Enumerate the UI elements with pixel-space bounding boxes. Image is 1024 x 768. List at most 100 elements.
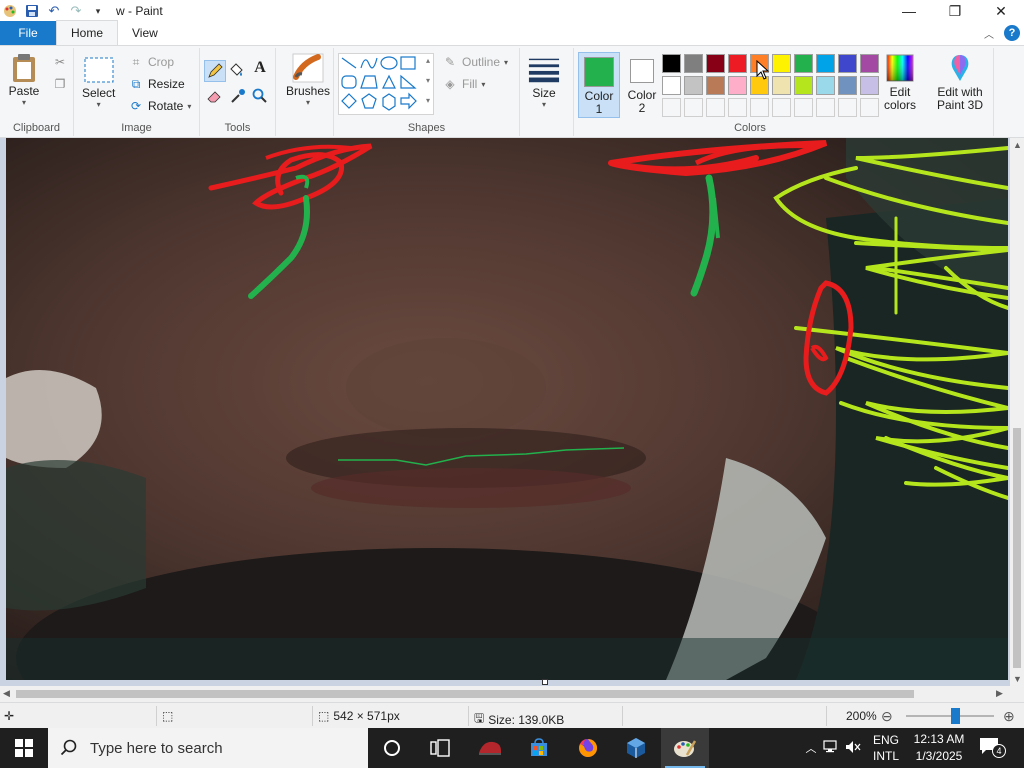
color-picker-icon[interactable] (230, 88, 246, 104)
palette-swatch-empty[interactable] (860, 98, 879, 117)
scroll-down-icon[interactable]: ▼ (1013, 674, 1022, 684)
network-icon[interactable] (820, 739, 842, 757)
palette-swatch[interactable] (772, 76, 791, 95)
notification-center-button[interactable]: 4 (978, 736, 1010, 760)
notification-count-badge: 4 (992, 744, 1006, 758)
zoom-slider-thumb[interactable] (951, 708, 960, 724)
palette-swatch[interactable] (860, 54, 879, 73)
resize-button[interactable]: ⧉ Resize (128, 76, 185, 92)
palette-swatch[interactable] (662, 76, 681, 95)
copy-icon[interactable]: ❐ (52, 76, 68, 92)
customize-quick-access-icon[interactable]: ▾ (90, 3, 106, 19)
palette-swatch[interactable] (684, 54, 703, 73)
app-icon-red[interactable] (466, 728, 514, 768)
eraser-icon[interactable] (206, 88, 222, 104)
microsoft-store-icon[interactable] (515, 728, 563, 768)
palette-swatch[interactable] (706, 54, 725, 73)
fill-button[interactable]: ◈ Fill ▾ (442, 76, 485, 92)
palette-swatch-empty[interactable] (662, 98, 681, 117)
shapes-scroll-up-icon[interactable]: ▴ (426, 56, 430, 65)
palette-swatch[interactable] (816, 76, 835, 95)
taskbar-search-box[interactable]: Type here to search (48, 728, 368, 768)
paint-taskbar-icon[interactable] (661, 728, 709, 768)
rotate-button[interactable]: ⟳ Rotate ▾ (128, 98, 191, 114)
palette-swatch[interactable] (838, 54, 857, 73)
palette-swatch[interactable] (728, 54, 747, 73)
scroll-right-icon[interactable]: ▶ (996, 688, 1003, 699)
palette-swatch[interactable] (794, 76, 813, 95)
collapse-ribbon-icon[interactable]: ︿ (984, 26, 994, 41)
taskbar: Type here to search ︿ ENG INTL 12:13 AM … (0, 728, 1024, 768)
zoom-in-icon[interactable]: ⊕ (1003, 708, 1015, 725)
start-button[interactable] (0, 728, 48, 768)
brush-icon (292, 52, 324, 84)
paste-button[interactable]: Paste ▾ (8, 52, 40, 107)
volume-muted-icon[interactable] (842, 740, 864, 757)
color1-button[interactable]: Color 1 (578, 52, 620, 118)
scroll-up-icon[interactable]: ▲ (1013, 140, 1022, 150)
windows-icon (15, 739, 33, 757)
palette-swatch[interactable] (860, 76, 879, 95)
palette-swatch[interactable] (728, 76, 747, 95)
palette-swatch[interactable] (838, 76, 857, 95)
colors-group-label: Colors (734, 122, 766, 134)
zoom-out-icon[interactable]: ⊖ (881, 708, 893, 725)
tab-view[interactable]: View (118, 21, 172, 45)
text-icon[interactable]: A (252, 59, 268, 76)
color2-button[interactable]: Color 2 (622, 52, 662, 118)
palette-swatch[interactable] (772, 54, 791, 73)
tab-file[interactable]: File (0, 21, 56, 45)
crop-button[interactable]: ⌗ Crop (128, 54, 174, 70)
vertical-scroll-thumb[interactable] (1013, 428, 1021, 668)
palette-swatch-empty[interactable] (750, 98, 769, 117)
pencil-icon[interactable] (204, 60, 226, 82)
virtualbox-icon[interactable] (612, 728, 660, 768)
select-button[interactable]: Select ▾ (82, 54, 115, 109)
canvas-resize-handle[interactable] (542, 679, 548, 685)
restore-icon[interactable]: ❐ (932, 0, 978, 22)
close-icon[interactable]: ✕ (978, 0, 1024, 22)
input-language-indicator[interactable]: ENG INTL (866, 732, 906, 764)
tab-home[interactable]: Home (56, 20, 119, 45)
palette-swatch-empty[interactable] (706, 98, 725, 117)
cut-icon[interactable]: ✂ (52, 54, 68, 70)
minimize-icon[interactable]: — (886, 0, 932, 22)
undo-icon[interactable]: ↶ (46, 3, 62, 19)
magnifier-icon[interactable] (252, 88, 268, 104)
edit-colors-button[interactable]: Edit colors (882, 52, 918, 112)
palette-swatch[interactable] (662, 54, 681, 73)
palette-swatch-empty[interactable] (728, 98, 747, 117)
shapes-icons[interactable] (339, 54, 433, 114)
scroll-left-icon[interactable]: ◀ (3, 688, 10, 699)
help-icon[interactable]: ? (1004, 25, 1020, 41)
palette-swatch[interactable] (684, 76, 703, 95)
palette-swatch[interactable] (706, 76, 725, 95)
save-icon[interactable] (24, 3, 40, 19)
horizontal-scroll-thumb[interactable] (16, 690, 914, 698)
palette-swatch-empty[interactable] (772, 98, 791, 117)
taskbar-clock[interactable]: 12:13 AM 1/3/2025 (904, 731, 974, 765)
edit-with-paint3d-button[interactable]: Edit with Paint 3D (932, 52, 988, 112)
palette-swatch-empty[interactable] (816, 98, 835, 117)
selection-size-icon: ⬚ (162, 709, 174, 723)
horizontal-scrollbar[interactable]: ◀ ▶ (0, 686, 1010, 702)
redo-icon[interactable]: ↷ (68, 3, 84, 19)
task-view-icon[interactable] (416, 728, 464, 768)
drawing-canvas[interactable] (6, 138, 1008, 680)
palette-swatch-empty[interactable] (684, 98, 703, 117)
palette-swatch[interactable] (816, 54, 835, 73)
outline-button[interactable]: ✎ Outline ▾ (442, 54, 508, 70)
shapes-scroll-down-icon[interactable]: ▾ (426, 76, 430, 85)
firefox-icon[interactable] (564, 728, 612, 768)
palette-swatch-empty[interactable] (794, 98, 813, 117)
shapes-more-icon[interactable]: ▾ (426, 96, 430, 105)
brushes-button[interactable]: Brushes ▾ (286, 52, 330, 107)
show-hidden-icons-icon[interactable]: ︿ (802, 740, 820, 756)
fill-bucket-icon[interactable] (228, 62, 244, 78)
vertical-scrollbar[interactable]: ▲ ▼ (1010, 138, 1024, 686)
palette-swatch[interactable] (794, 54, 813, 73)
palette-swatch-empty[interactable] (838, 98, 857, 117)
zoom-slider[interactable] (906, 715, 994, 717)
cortana-icon[interactable] (368, 728, 416, 768)
size-button[interactable]: Size ▾ (528, 54, 560, 109)
